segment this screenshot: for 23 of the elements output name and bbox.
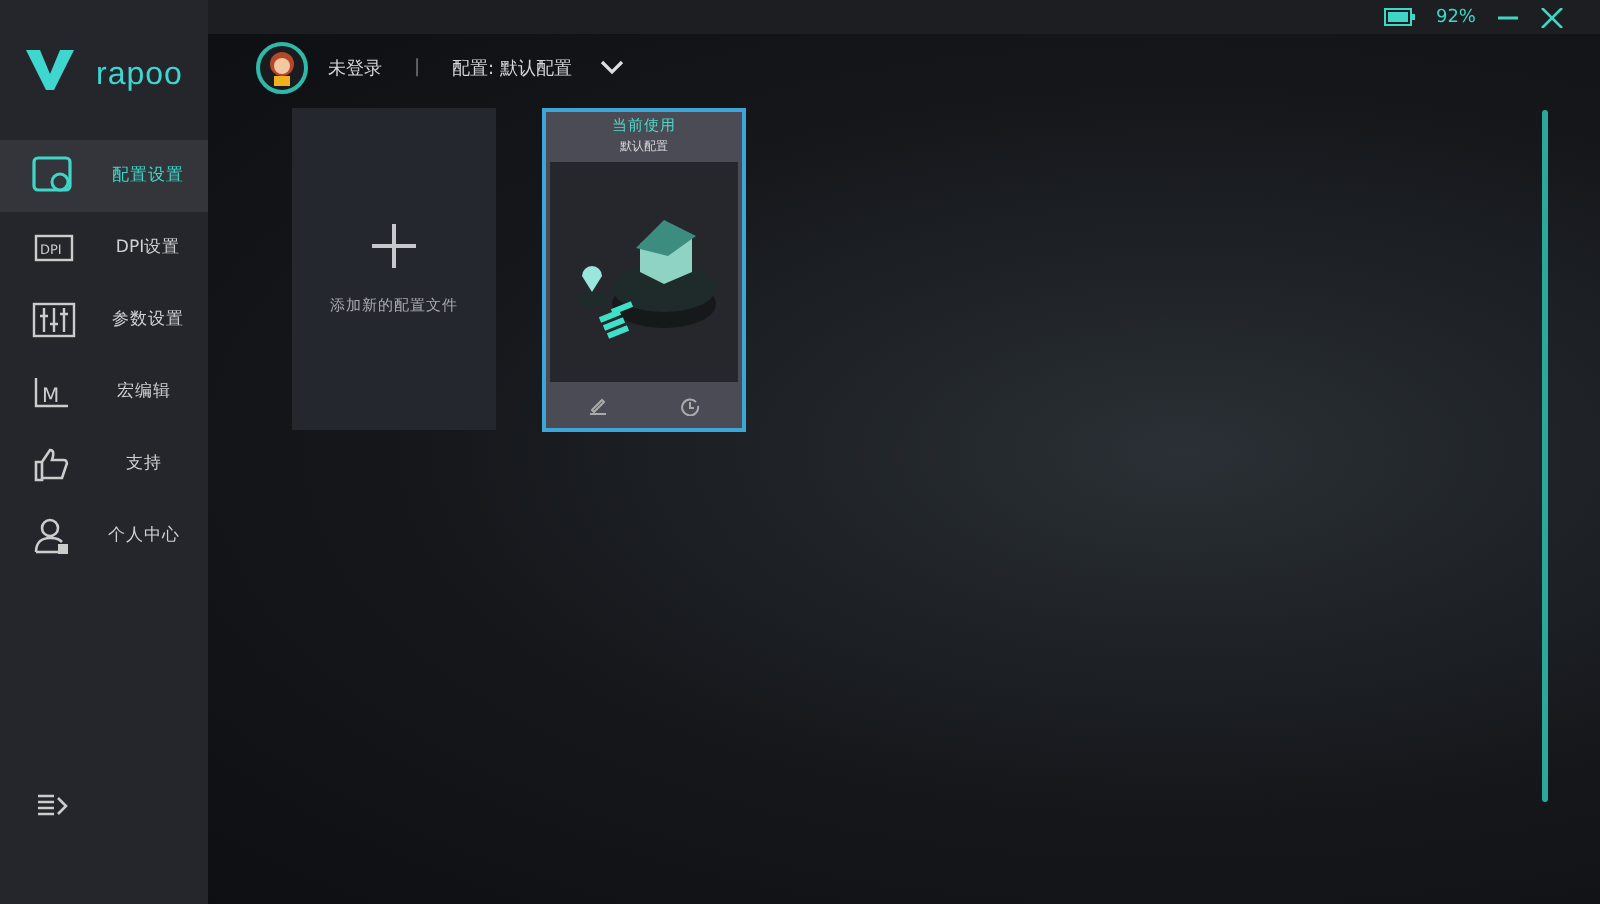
plus-icon [372, 223, 416, 267]
sidebar-item[interactable]: 个人中心 [0, 500, 208, 572]
logo-icon [24, 48, 76, 92]
battery-icon [1383, 8, 1416, 26]
profile-settings-icon [32, 156, 76, 196]
profile-selector[interactable]: 配置: 默认配置 [452, 55, 572, 81]
user-icon [32, 516, 72, 556]
separator: | [414, 58, 421, 78]
chevron-down-icon[interactable] [599, 60, 624, 76]
reset-icon[interactable] [680, 395, 700, 415]
sidebar-item[interactable]: 参数设置 [0, 284, 208, 356]
expand-menu-icon[interactable] [36, 792, 68, 820]
login-status[interactable]: 未登录 [328, 55, 382, 81]
sidebar-item[interactable]: M 宏编辑 [0, 356, 208, 428]
battery-percentage: 92% [1435, 7, 1476, 27]
sidebar-item[interactable]: 支持 [0, 428, 208, 500]
sidebar-item[interactable]: 配置设置 [0, 140, 208, 212]
thumbs-up-icon [32, 446, 72, 482]
logo-text: rapoo [96, 58, 183, 94]
avatar[interactable] [256, 42, 308, 94]
edit-icon[interactable] [588, 395, 608, 415]
sliders-icon [32, 302, 76, 338]
close-icon[interactable] [1540, 7, 1564, 27]
